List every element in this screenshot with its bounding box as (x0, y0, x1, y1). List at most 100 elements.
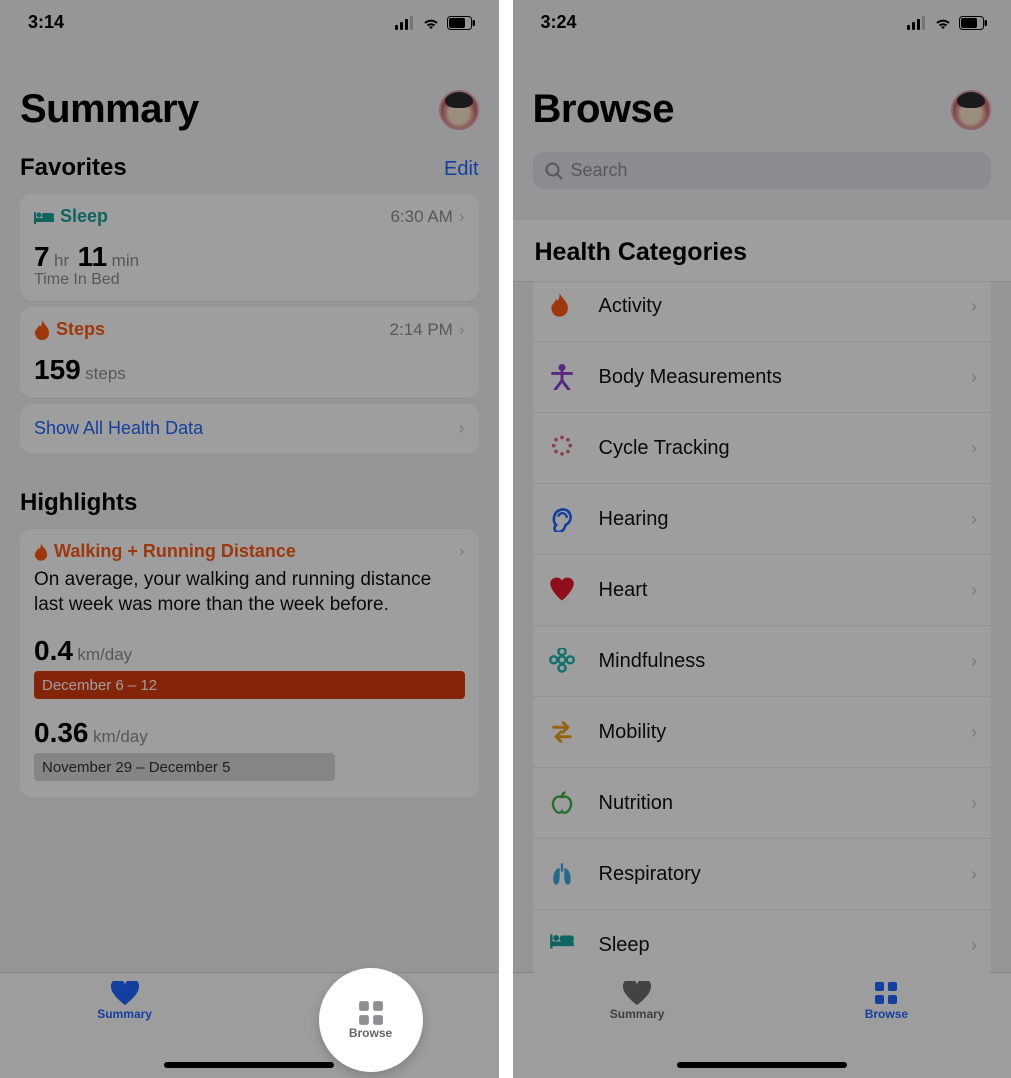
page-title: Summary (20, 87, 199, 132)
phone-right-browse: 3:24 Browse Search Activity›Body Measure… (513, 0, 1011, 1078)
heart-icon (623, 981, 651, 1005)
cellular-icon (907, 16, 927, 30)
category-label: Body Measurements (599, 366, 950, 389)
search-input[interactable]: Search (533, 152, 992, 189)
sleep-card[interactable]: Sleep 6:30 AM › 7 hr 11 min Time In Bed (20, 194, 479, 301)
status-bar: 3:24 (513, 0, 1011, 39)
chevron-right-icon: › (971, 580, 977, 601)
tab-summary-label: Summary (97, 1007, 152, 1021)
category-row-mindfulness[interactable]: Mindfulness › (533, 626, 992, 697)
tab-bar: Summary Browse (513, 972, 1011, 1078)
category-label: Activity (599, 295, 950, 318)
category-row-mobility[interactable]: Mobility› (533, 697, 992, 768)
favorites-header: Favorites (20, 154, 127, 182)
category-row-body-measurements[interactable]: Body Measurements › (533, 342, 992, 413)
highlight-unit-2: km/day (93, 727, 148, 746)
status-bar: 3:14 (0, 0, 499, 39)
home-indicator[interactable] (677, 1062, 847, 1068)
wifi-icon (933, 16, 953, 30)
status-time: 3:14 (28, 12, 64, 33)
category-label: Sleep (599, 934, 950, 957)
chevron-right-icon: › (971, 935, 977, 956)
highlight-card[interactable]: Walking + Running Distance › On average,… (20, 529, 479, 797)
search-placeholder: Search (571, 160, 628, 181)
category-row-heart[interactable]: Heart › (533, 555, 992, 626)
flame-icon (547, 291, 577, 321)
chevron-right-icon: › (459, 320, 465, 340)
browse-dim-layer: 3:24 Browse Search Activity›Body Measure… (513, 0, 1011, 1078)
chevron-right-icon: › (459, 543, 464, 561)
ear-icon (547, 504, 577, 534)
grid-icon (358, 1000, 384, 1026)
search-icon (545, 162, 563, 180)
battery-icon (447, 16, 475, 30)
chevron-right-icon: › (971, 864, 977, 885)
grid-icon (874, 981, 898, 1005)
highlight-value-1: 0.4 (34, 635, 73, 666)
category-row-activity[interactable]: Activity › (533, 271, 992, 342)
edit-button[interactable]: Edit (444, 158, 478, 181)
show-all-health-data-row[interactable]: Show All Health Data › (20, 404, 479, 453)
categories-list: Activity › Body Measurements › Cycle Trackin… (533, 271, 992, 980)
highlight-value-2: 0.36 (34, 717, 89, 748)
category-row-respiratory[interactable]: Respiratory › (533, 839, 992, 910)
cycle-icon (547, 433, 577, 463)
sleep-hours: 7 (34, 241, 50, 272)
steps-time: 2:14 PM (390, 320, 453, 340)
tab-browse-label: Browse (865, 1007, 908, 1021)
chevron-right-icon: › (971, 367, 977, 388)
chevron-right-icon: › (971, 651, 977, 672)
bed-icon (34, 210, 54, 224)
phone-left-summary: 3:14 Summary Favorites Edit Sleep 6:30 A… (0, 0, 499, 1078)
chevron-right-icon: › (971, 509, 977, 530)
sleep-hours-unit: hr (54, 251, 69, 270)
steps-title: Steps (56, 319, 105, 340)
health-categories-header: Health Categories (513, 220, 1011, 281)
category-row-sleep[interactable]: Sleep › (533, 910, 992, 980)
chevron-right-icon: › (971, 296, 977, 317)
avatar[interactable] (951, 90, 991, 130)
highlight-bar-1: December 6 – 12 (34, 671, 465, 699)
highlight-body: On average, your walking and running dis… (34, 568, 465, 617)
category-row-nutrition[interactable]: Nutrition › (533, 768, 992, 839)
avatar[interactable] (439, 90, 479, 130)
category-row-hearing[interactable]: Hearing › (533, 484, 992, 555)
steps-card[interactable]: Steps 2:14 PM › 159 steps (20, 307, 479, 398)
chevron-right-icon: › (971, 793, 977, 814)
highlight-title: Walking + Running Distance (54, 541, 296, 562)
category-label: Respiratory (599, 863, 950, 886)
home-indicator[interactable] (164, 1062, 334, 1068)
sleep-mins-unit: min (112, 251, 139, 270)
steps-value: 159 (34, 354, 81, 385)
category-label: Cycle Tracking (599, 437, 950, 460)
category-label: Hearing (599, 508, 950, 531)
sleep-mins: 11 (78, 241, 108, 272)
category-label: Mobility (599, 721, 950, 744)
highlight-unit-1: km/day (77, 645, 132, 664)
sleep-title: Sleep (60, 206, 108, 227)
lungs-icon (547, 859, 577, 889)
steps-unit: steps (85, 364, 126, 383)
heart-icon (111, 981, 139, 1005)
battery-icon (959, 16, 987, 30)
bed-icon (547, 930, 577, 960)
figure-icon (547, 362, 577, 392)
apple-icon (547, 788, 577, 818)
sleep-time: 6:30 AM (390, 207, 452, 227)
heart-icon (547, 575, 577, 605)
cellular-icon (395, 16, 415, 30)
flame-icon (34, 320, 50, 340)
category-label: Heart (599, 579, 950, 602)
category-label: Nutrition (599, 792, 950, 815)
category-label: Mindfulness (599, 650, 950, 673)
show-all-label: Show All Health Data (34, 418, 203, 439)
bubble-browse-label: Browse (349, 1026, 392, 1040)
tab-bar: Summary Browse (0, 972, 499, 1078)
flame-icon (34, 543, 48, 561)
tab-summary-label: Summary (610, 1007, 665, 1021)
arrows-icon (547, 717, 577, 747)
status-time: 3:24 (541, 12, 577, 33)
chevron-right-icon: › (459, 418, 465, 439)
chevron-right-icon: › (459, 207, 465, 227)
category-row-cycle-tracking[interactable]: Cycle Tracking› (533, 413, 992, 484)
